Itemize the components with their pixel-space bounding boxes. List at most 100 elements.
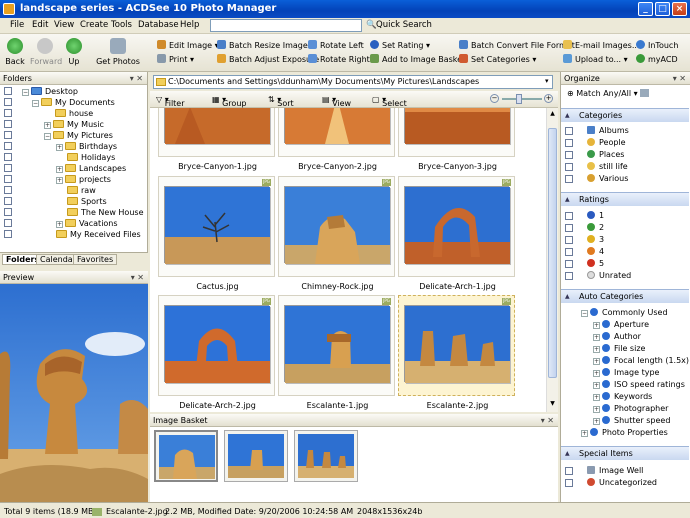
expand-icon[interactable]: + bbox=[593, 418, 600, 425]
folder-checkbox[interactable] bbox=[4, 153, 12, 161]
rating-checkbox[interactable] bbox=[565, 248, 573, 256]
print-button[interactable]: Print ▾ bbox=[157, 54, 194, 64]
rating-2[interactable]: 2 bbox=[565, 223, 604, 234]
menu-tools[interactable]: Tools bbox=[111, 20, 132, 30]
thumbnail-item[interactable]: JPG Escalante-1.jpg bbox=[278, 295, 395, 410]
rating-checkbox[interactable] bbox=[565, 272, 573, 280]
auto-photo-properties[interactable]: + Photo Properties bbox=[581, 428, 668, 439]
rating-checkbox[interactable] bbox=[565, 260, 573, 268]
auto-author[interactable]: + Author bbox=[593, 332, 641, 343]
auto-photographer[interactable]: + Photographer bbox=[593, 404, 668, 415]
special-checkbox[interactable] bbox=[565, 467, 573, 475]
tree-my-music[interactable]: + My Music bbox=[0, 120, 146, 131]
folder-checkbox[interactable] bbox=[4, 87, 12, 95]
filter-by-button[interactable]: ▽ Filter By ▾ bbox=[156, 95, 185, 117]
category-people[interactable]: People bbox=[565, 138, 626, 149]
add-basket-button[interactable]: Add to Image Basket bbox=[370, 54, 465, 64]
expand-icon[interactable]: + bbox=[593, 406, 600, 413]
special-image-well[interactable]: Image Well bbox=[565, 466, 643, 477]
categories-section[interactable]: Categories bbox=[561, 108, 689, 122]
upload-button[interactable]: Upload to... ▾ bbox=[563, 54, 628, 64]
zoom-in-icon[interactable]: + bbox=[544, 94, 553, 103]
thumbnail-item[interactable]: Bryce-Canyon-2.jpg bbox=[278, 108, 395, 171]
path-input[interactable]: C:\Documents and Settings\ddunham\My Doc… bbox=[153, 75, 553, 89]
menu-help[interactable]: Help bbox=[180, 20, 199, 30]
expand-icon[interactable]: + bbox=[593, 394, 600, 401]
tree-received-files[interactable]: My Received Files bbox=[0, 230, 146, 241]
vertical-scrollbar[interactable]: ▲ ▼ bbox=[546, 108, 558, 412]
rating-unrated[interactable]: Unrated bbox=[565, 271, 631, 282]
collapse-icon[interactable]: − bbox=[581, 310, 588, 317]
rotate-left-button[interactable]: Rotate Left bbox=[308, 40, 364, 50]
category-various[interactable]: Various bbox=[565, 174, 628, 185]
folder-checkbox[interactable] bbox=[4, 142, 12, 150]
set-categories-button[interactable]: Set Categories ▾ bbox=[459, 54, 536, 64]
category-checkbox[interactable] bbox=[565, 127, 573, 135]
basket-item[interactable] bbox=[294, 430, 358, 482]
maximize-button[interactable]: □ bbox=[655, 2, 670, 16]
get-photos-button[interactable]: Get Photos bbox=[96, 38, 140, 66]
collapse-icon[interactable]: − bbox=[44, 133, 51, 140]
menu-view[interactable]: View bbox=[54, 20, 74, 30]
tree-house[interactable]: house bbox=[0, 109, 146, 120]
zoom-slider[interactable] bbox=[502, 98, 542, 100]
group-by-button[interactable]: ▦ Group By ▾ bbox=[212, 95, 246, 117]
folder-checkbox[interactable] bbox=[4, 219, 12, 227]
thumbnail-item[interactable]: JPG Chimney-Rock.jpg bbox=[278, 176, 395, 291]
expand-icon[interactable]: + bbox=[593, 358, 600, 365]
scrollbar-thumb[interactable] bbox=[548, 128, 557, 378]
folder-checkbox[interactable] bbox=[4, 208, 12, 216]
menu-create[interactable]: Create bbox=[80, 20, 108, 30]
expand-icon[interactable]: + bbox=[44, 122, 51, 129]
close-button[interactable]: × bbox=[672, 2, 687, 16]
tree-holidays[interactable]: Holidays bbox=[0, 153, 146, 164]
tree-sports[interactable]: Sports bbox=[0, 197, 146, 208]
expand-icon[interactable]: + bbox=[56, 221, 63, 228]
category-checkbox[interactable] bbox=[565, 139, 573, 147]
expand-icon[interactable]: + bbox=[593, 334, 600, 341]
tree-my-documents[interactable]: − My Documents bbox=[0, 98, 146, 109]
thumbnail-item[interactable]: JPG Delicate-Arch-2.jpg bbox=[158, 295, 275, 410]
rating-3[interactable]: 3 bbox=[565, 235, 604, 246]
pin-close-icon[interactable]: ▾ ✕ bbox=[130, 72, 143, 85]
select-button[interactable]: ▢ Select ▾ bbox=[372, 95, 407, 108]
menu-database[interactable]: Database bbox=[138, 20, 179, 30]
thumbnail-item-selected[interactable]: JPG Escalante-2.jpg bbox=[398, 295, 515, 410]
view-button[interactable]: ▤ View ▾ bbox=[322, 95, 351, 108]
auto-categories-section[interactable]: Auto Categories bbox=[561, 289, 689, 303]
batch-adjust-button[interactable]: Batch Adjust Exposure bbox=[217, 54, 319, 64]
collapse-icon[interactable]: − bbox=[22, 89, 29, 96]
match-any-all-dropdown[interactable]: ⊕ Match Any/All ▾ bbox=[567, 89, 650, 98]
back-button[interactable]: Back bbox=[4, 38, 26, 66]
expand-icon[interactable]: + bbox=[56, 177, 63, 184]
myacd-button[interactable]: myACD bbox=[636, 54, 678, 64]
expand-icon[interactable]: + bbox=[581, 430, 588, 437]
category-checkbox[interactable] bbox=[565, 163, 573, 171]
folder-checkbox[interactable] bbox=[4, 230, 12, 238]
auto-image-type[interactable]: + Image type bbox=[593, 368, 659, 379]
tab-favorites[interactable]: Favorites bbox=[73, 254, 118, 265]
auto-shutter-speed[interactable]: + Shutter speed bbox=[593, 416, 670, 427]
menu-file[interactable]: File bbox=[10, 20, 24, 30]
thumbnail-item[interactable]: JPG Cactus.jpg bbox=[158, 176, 275, 291]
folder-checkbox[interactable] bbox=[4, 109, 12, 117]
folder-checkbox[interactable] bbox=[4, 98, 12, 106]
rating-checkbox[interactable] bbox=[565, 224, 573, 232]
special-uncategorized[interactable]: Uncategorized bbox=[565, 478, 657, 489]
ratings-section[interactable]: Ratings bbox=[561, 192, 689, 206]
rating-checkbox[interactable] bbox=[565, 212, 573, 220]
special-checkbox[interactable] bbox=[565, 479, 573, 487]
tree-vacations[interactable]: + Vacations bbox=[0, 219, 146, 230]
folder-checkbox[interactable] bbox=[4, 131, 12, 139]
collapse-icon[interactable]: − bbox=[32, 100, 39, 107]
thumbnail-item[interactable]: JPG Delicate-Arch-1.jpg bbox=[398, 176, 515, 291]
category-still-life[interactable]: still life bbox=[565, 162, 628, 173]
zoom-out-icon[interactable]: − bbox=[490, 94, 499, 103]
folder-checkbox[interactable] bbox=[4, 164, 12, 172]
expand-icon[interactable]: + bbox=[593, 346, 600, 353]
set-rating-button[interactable]: Set Rating ▾ bbox=[370, 40, 430, 50]
category-checkbox[interactable] bbox=[565, 151, 573, 159]
expand-icon[interactable]: + bbox=[56, 166, 63, 173]
minimize-button[interactable]: _ bbox=[638, 2, 653, 16]
scroll-down-icon[interactable]: ▼ bbox=[548, 400, 557, 409]
